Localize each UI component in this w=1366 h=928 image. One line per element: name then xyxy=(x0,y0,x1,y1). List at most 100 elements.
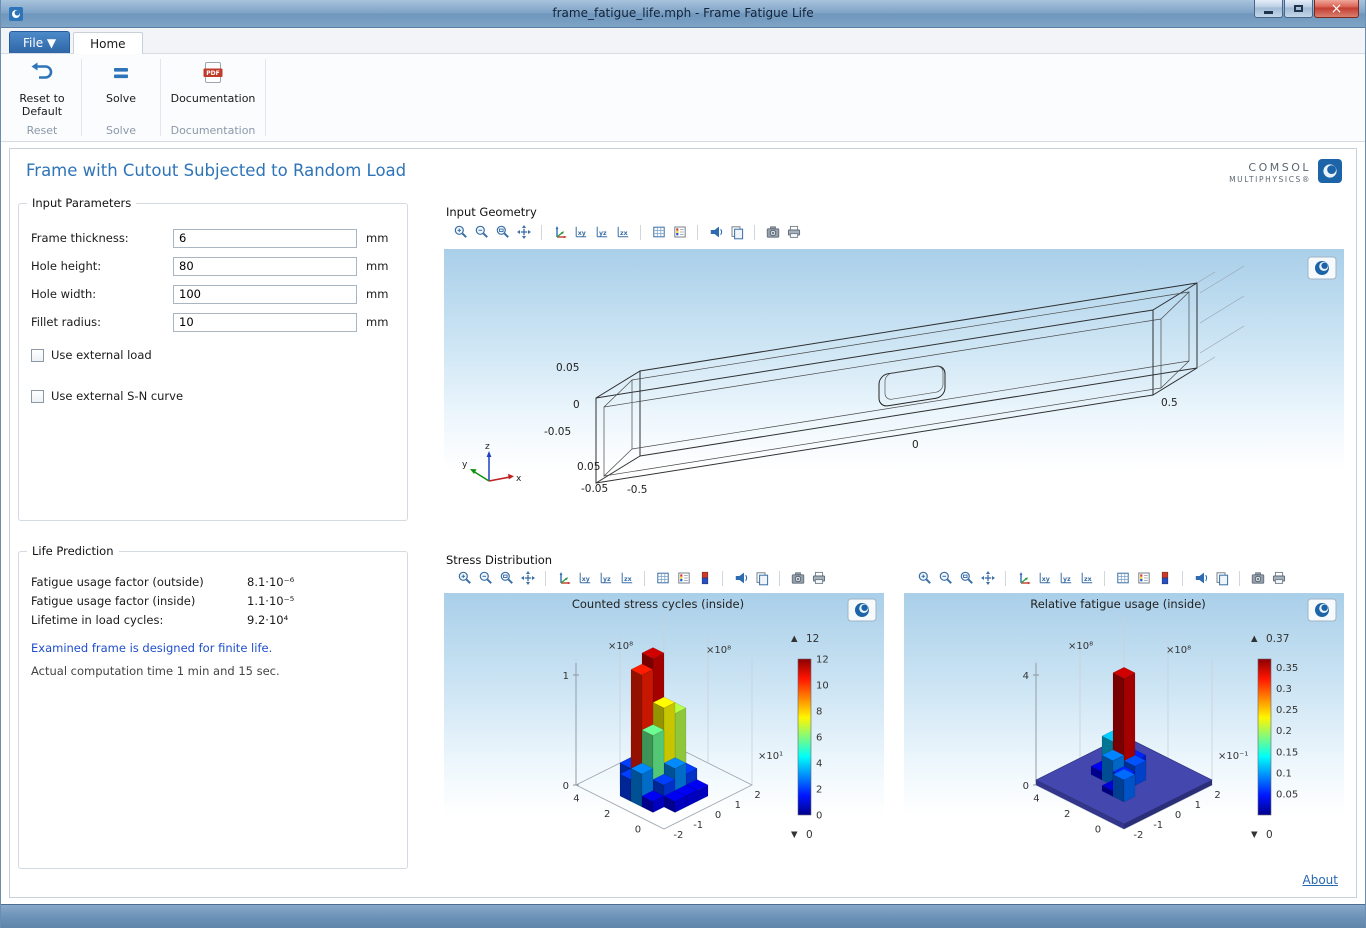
app-content: Frame with Cutout Subjected to Random Lo… xyxy=(9,148,1357,898)
copy-image-icon[interactable] xyxy=(726,222,747,242)
comsol-logo-button[interactable] xyxy=(1308,599,1336,621)
stress-distribution-row: xyyzzx 10420210-1-2×10⁸×10⁸×10¹121086420… xyxy=(444,567,1344,865)
show-grid-icon[interactable] xyxy=(648,222,669,242)
print-icon[interactable] xyxy=(808,568,829,588)
view-xy-icon[interactable]: xy xyxy=(1034,568,1055,588)
go-to-default-view-icon[interactable] xyxy=(549,222,570,242)
geometry-axis-tick-label: 0 xyxy=(573,399,580,411)
scene-light-icon[interactable] xyxy=(730,568,751,588)
go-to-default-view-icon[interactable] xyxy=(1013,568,1034,588)
documentation-button[interactable]: PDF Documentation xyxy=(169,58,257,105)
svg-text:yz: yz xyxy=(1062,576,1070,583)
zoom-out-icon[interactable] xyxy=(935,568,956,588)
file-menu-button[interactable]: File ▼ xyxy=(9,31,70,53)
zoom-out-icon[interactable] xyxy=(475,568,496,588)
colorbar-tick: 0.15 xyxy=(1276,747,1298,758)
counted-stress-cycles-canvas[interactable]: 10420210-1-2×10⁸×10⁸×10¹121086420▲12▼0Co… xyxy=(444,593,884,865)
view-yz-icon[interactable]: yz xyxy=(591,222,612,242)
fillet-radius-input[interactable] xyxy=(173,313,357,332)
view-zx-icon[interactable]: zx xyxy=(1076,568,1097,588)
color-legend-icon[interactable] xyxy=(694,568,715,588)
ribbon-group-separator xyxy=(265,59,266,136)
use-external-sn-curve-checkbox[interactable] xyxy=(31,390,44,403)
colorbar-tick: 6 xyxy=(816,733,822,744)
maximize-button[interactable] xyxy=(1284,0,1313,18)
view-yz-icon[interactable]: yz xyxy=(1055,568,1076,588)
zoom-in-icon[interactable] xyxy=(454,568,475,588)
show-legends-icon[interactable] xyxy=(1133,568,1154,588)
ribbon: Reset to Default Reset Solve Solve PDF D… xyxy=(1,54,1365,142)
comsol-logo-button[interactable] xyxy=(848,599,876,621)
image-snapshot-icon[interactable] xyxy=(1247,568,1268,588)
app-window: frame_fatigue_life.mph - Frame Fatigue L… xyxy=(0,0,1366,928)
ribbon-group-documentation-label: Documentation xyxy=(171,122,256,141)
scene-light-icon[interactable] xyxy=(705,222,726,242)
color-legend-icon[interactable] xyxy=(1154,568,1175,588)
triad-x-label: x xyxy=(516,474,522,484)
zoom-out-icon[interactable] xyxy=(471,222,492,242)
hole-height-input[interactable] xyxy=(173,257,357,276)
life-prediction-legend: Life Prediction xyxy=(27,544,119,558)
copy-image-icon[interactable] xyxy=(1211,568,1232,588)
colorbar-tick: 0.35 xyxy=(1276,663,1298,674)
image-snapshot-icon[interactable] xyxy=(787,568,808,588)
x-axis-tick: 1 xyxy=(735,800,741,811)
zoom-box-icon[interactable] xyxy=(492,222,513,242)
zoom-extents-icon[interactable] xyxy=(977,568,998,588)
zoom-in-icon[interactable] xyxy=(450,222,471,242)
view-zx-icon[interactable]: zx xyxy=(612,222,633,242)
minimize-button[interactable] xyxy=(1254,0,1283,18)
z-axis-tick: 0 xyxy=(1023,781,1029,792)
x-axis-tick: 1 xyxy=(1195,800,1201,811)
relative-fatigue-usage-canvas[interactable]: 40420210-1-2×10⁸×10⁸×10⁻¹0.350.30.250.20… xyxy=(904,593,1344,865)
hole-height-unit: mm xyxy=(366,259,388,273)
fatigue-usage-outside-row: Fatigue usage factor (outside) 8.1·10⁻⁶ xyxy=(31,572,395,591)
frame-thickness-input[interactable] xyxy=(173,229,357,248)
view-yz-icon[interactable]: yz xyxy=(595,568,616,588)
input-parameters-legend: Input Parameters xyxy=(27,196,136,210)
colorbar-tick: 8 xyxy=(816,707,822,718)
y-axis-tick: 4 xyxy=(1033,794,1039,805)
show-grid-icon[interactable] xyxy=(1112,568,1133,588)
ribbon-group-separator xyxy=(160,59,161,136)
x-axis-tick: 2 xyxy=(754,790,760,801)
geometry-canvas[interactable]: z y x 0.050-0.050.05-0.05-0.500.5 xyxy=(444,249,1344,519)
comsol-logo-icon xyxy=(1318,159,1342,186)
colorbar-tick: 10 xyxy=(816,681,829,692)
zoom-box-icon[interactable] xyxy=(496,568,517,588)
ribbon-group-reset: Reset to Default Reset xyxy=(5,54,79,141)
scene-light-icon[interactable] xyxy=(1190,568,1211,588)
comsol-logo-button[interactable] xyxy=(1308,257,1336,279)
input-geometry-label: Input Geometry xyxy=(446,205,537,219)
zoom-in-icon[interactable] xyxy=(914,568,935,588)
toolbar-separator xyxy=(722,571,723,586)
z-axis-scale-label: ×10⁻¹ xyxy=(1218,751,1248,762)
go-to-default-view-icon[interactable] xyxy=(553,568,574,588)
print-icon[interactable] xyxy=(1268,568,1289,588)
view-xy-icon[interactable]: xy xyxy=(570,222,591,242)
zoom-box-icon[interactable] xyxy=(956,568,977,588)
copy-image-icon[interactable] xyxy=(751,568,772,588)
reset-to-default-button[interactable]: Reset to Default xyxy=(11,58,73,118)
show-grid-icon[interactable] xyxy=(652,568,673,588)
use-external-load-checkbox[interactable] xyxy=(31,349,44,362)
solve-button[interactable]: Solve xyxy=(90,58,152,105)
ribbon-group-solve: Solve Solve xyxy=(84,54,158,141)
colorbar-tick: 0.1 xyxy=(1276,768,1292,779)
view-xy-icon[interactable]: xy xyxy=(574,568,595,588)
print-icon[interactable] xyxy=(783,222,804,242)
toolbar-separator xyxy=(1005,571,1006,586)
y-axis-scale-label: ×10⁸ xyxy=(608,641,633,652)
image-snapshot-icon[interactable] xyxy=(762,222,783,242)
view-zx-icon[interactable]: zx xyxy=(616,568,637,588)
geometry-axis-tick-label: -0.5 xyxy=(627,484,648,496)
hole-width-input[interactable] xyxy=(173,285,357,304)
show-legends-icon[interactable] xyxy=(673,568,694,588)
close-button[interactable]: × xyxy=(1314,0,1359,18)
zoom-extents-icon[interactable] xyxy=(513,222,534,242)
show-legends-icon[interactable] xyxy=(669,222,690,242)
zoom-extents-icon[interactable] xyxy=(517,568,538,588)
tab-home[interactable]: Home xyxy=(73,32,142,54)
pdf-icon: PDF xyxy=(200,60,226,89)
about-link[interactable]: About xyxy=(1303,873,1338,887)
